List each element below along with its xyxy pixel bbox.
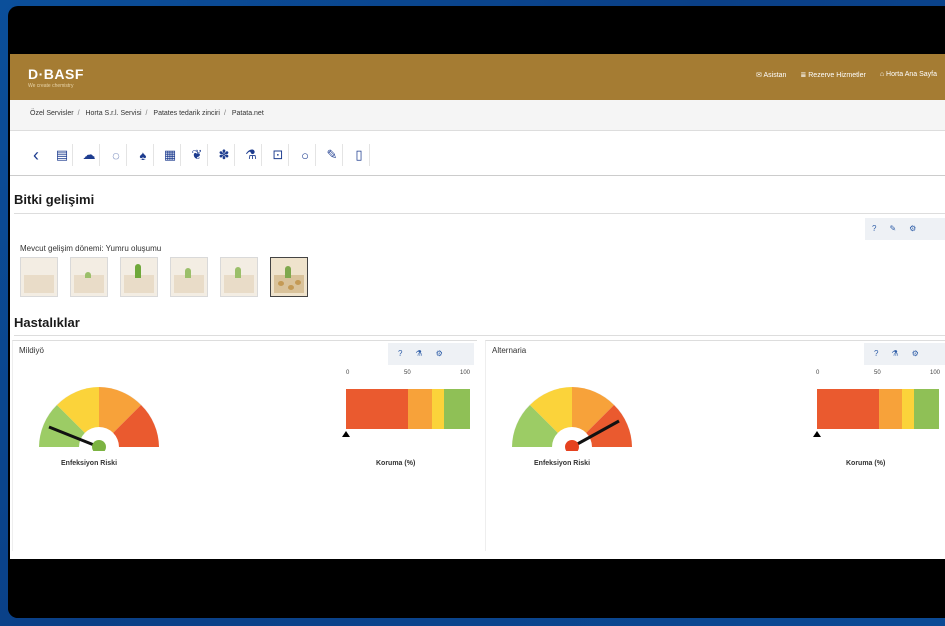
edit-icon[interactable]: ✎ [889, 224, 896, 233]
toolbar: ‹ ▤ ☁ ◌ ♠ ▦ ❦ ✽ ⚗ ⊡ ○ ✎ ▯ [10, 137, 945, 176]
gauge-label: Enfeksiyon Riski [534, 460, 591, 467]
growth-stages [20, 257, 308, 297]
video-frame: D·BASF We create chemistry ✉ Asistan ≣ R… [8, 6, 945, 618]
bar-label: Koruma (%) [846, 460, 886, 467]
disease-name: Mildiyö [19, 346, 44, 355]
help-icon[interactable]: ? [874, 349, 878, 358]
protection-marker [813, 431, 821, 437]
bottle-icon[interactable]: ▯ [349, 144, 370, 166]
protection-bar [817, 389, 939, 429]
stage-2[interactable] [70, 257, 108, 297]
breadcrumb-item[interactable]: Özel Servisler [30, 110, 74, 117]
search-icon[interactable]: ○ [295, 144, 316, 166]
gear-icon[interactable]: ⚙ [912, 349, 919, 358]
gear-icon[interactable]: ⚙ [909, 224, 916, 233]
disease-panel-alternaria: Alternaria ? ⚗ ⚙ Enfeksiyon Riski 0 50 1… [485, 340, 945, 551]
stage-5[interactable] [220, 257, 258, 297]
flask-icon[interactable]: ⚗ [241, 144, 262, 166]
plant-icon[interactable]: ✽ [214, 144, 235, 166]
edit-icon[interactable]: ✎ [322, 144, 343, 166]
stage-4[interactable] [170, 257, 208, 297]
flask-icon[interactable]: ⚗ [891, 349, 898, 358]
top-navigation: ✉ Asistan ≣ Rezerve Hizmetler ⌂ Horta An… [756, 71, 937, 79]
flask-icon[interactable]: ⚗ [415, 349, 422, 358]
seed-icon[interactable]: ◌ [106, 144, 127, 166]
help-icon[interactable]: ? [872, 224, 876, 233]
stage-1[interactable] [20, 257, 58, 297]
nav-reserved-services[interactable]: ≣ Rezerve Hizmetler [800, 71, 865, 79]
app-screen: D·BASF We create chemistry ✉ Asistan ≣ R… [10, 54, 945, 559]
field-icon[interactable]: ▦ [160, 144, 181, 166]
help-icon[interactable]: ? [398, 349, 402, 358]
gear-icon[interactable]: ⚙ [436, 349, 443, 358]
stage-3[interactable] [120, 257, 158, 297]
growth-title: Bitki gelişimi [14, 192, 95, 207]
breadcrumb-item[interactable]: Horta S.r.l. Servisi [85, 110, 141, 117]
breadcrumb: Özel Servisler / Horta S.r.l. Servisi / Pa… [10, 100, 945, 131]
stage-6[interactable] [270, 257, 308, 297]
growth-tools: ? ✎ ⚙ [872, 224, 916, 233]
breadcrumb-item[interactable]: Patates tedarik zinciri [153, 110, 220, 117]
current-stage-label: Mevcut gelişim dönemi: Yumru oluşumu [20, 244, 162, 253]
protection-bar [346, 389, 470, 429]
infection-risk-gauge [512, 387, 632, 451]
diseases-title: Hastalıklar [14, 315, 80, 330]
letterbox-bottom [8, 559, 945, 618]
infection-risk-gauge [39, 387, 159, 451]
breadcrumb-item-current[interactable]: Patata.net [232, 110, 264, 117]
disease-panel-mildew: Mildiyö ? ⚗ ⚙ Enfeksiyon Riski 0 50 100 [12, 340, 477, 551]
scan-icon[interactable]: ⊡ [268, 144, 289, 166]
protection-marker [342, 431, 350, 437]
basf-logo[interactable]: D·BASF [28, 66, 84, 82]
nav-home[interactable]: ⌂ Horta Ana Sayfa [880, 71, 937, 79]
logo-tagline: We create chemistry [28, 83, 74, 89]
drop-icon[interactable]: ♠ [133, 144, 154, 166]
gauge-label: Enfeksiyon Riski [61, 460, 118, 467]
nav-assistant[interactable]: ✉ Asistan [756, 71, 786, 79]
disease-name: Alternaria [492, 346, 527, 355]
back-icon[interactable]: ‹ [26, 144, 46, 166]
leaf-icon[interactable]: ❦ [187, 144, 208, 166]
header-bar: D·BASF We create chemistry ✉ Asistan ≣ R… [10, 54, 945, 100]
document-icon[interactable]: ▤ [52, 144, 73, 166]
bar-label: Koruma (%) [376, 460, 416, 467]
cloud-icon[interactable]: ☁ [79, 144, 100, 166]
